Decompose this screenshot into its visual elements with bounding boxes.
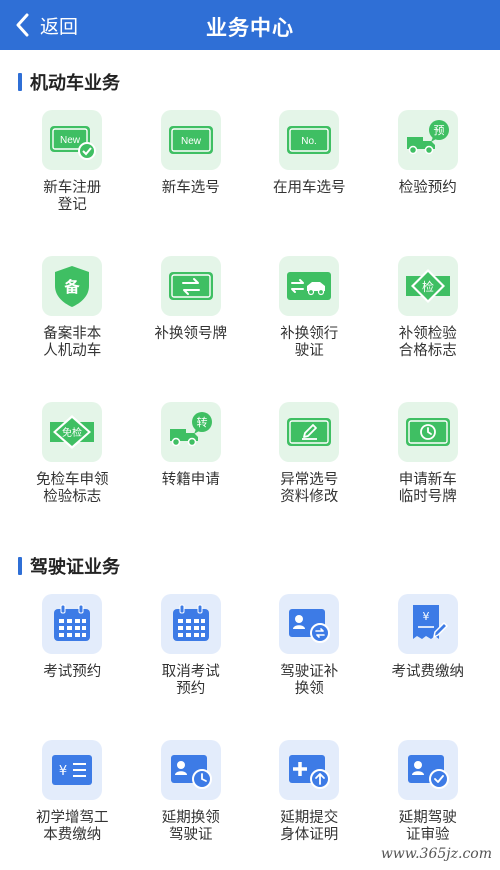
tile-exam-appointment[interactable]: 考试预约 (13, 594, 132, 740)
new-plate-check-icon: New (50, 126, 97, 160)
tile-abnormal-plate-edit[interactable]: 异常选号 资料修改 (250, 402, 369, 548)
shield-record-icon: 备 (55, 266, 90, 307)
tile-inspection-appointment[interactable]: 预 检验预约 (369, 110, 488, 256)
tile-temporary-plate[interactable]: 申请新车 临时号牌 (369, 402, 488, 548)
section-title-vehicle: 机动车业务 (18, 69, 120, 95)
receipt-payment-icon: ¥ (412, 605, 448, 639)
calendar-cancel-icon (172, 604, 209, 641)
tile-label: 考试预约 (43, 664, 102, 680)
page-title: 业务中心 (206, 16, 294, 40)
tile-label: 驾驶证补 换领 (280, 664, 339, 697)
tile-reissue-inspection-sign[interactable]: 检 补领检验 合格标志 (369, 256, 488, 402)
plate-edit-icon (287, 418, 332, 446)
tile-label: 考试费缴纳 (391, 664, 465, 680)
watermark: www.365jz.com (380, 846, 492, 862)
tile-label: 补领检验 合格标志 (398, 326, 457, 359)
medical-upload-icon (289, 755, 331, 789)
tile-record-non-owner-vehicle[interactable]: 备 备案非本 人机动车 (13, 256, 132, 402)
tile-exempt-inspection-sign[interactable]: 免检 免检车申领 检验标志 (13, 402, 132, 548)
license-card-exchange-icon (289, 609, 331, 643)
tile-label: 备案非本 人机动车 (43, 326, 102, 359)
no-plate-icon: No. (287, 126, 332, 154)
tile-label: 异常选号 资料修改 (280, 472, 339, 505)
tile-label: 检验预约 (398, 180, 457, 196)
tile-learner-fee-payment[interactable]: ¥ 初学增驾工 本费缴纳 (13, 740, 132, 870)
fee-list-icon: ¥ (52, 755, 93, 785)
exempt-sign-icon: 免检 (50, 415, 95, 449)
tile-label: 转籍申请 (161, 472, 220, 488)
tile-label: 补换领行 驶证 (280, 326, 339, 359)
svg-text:New: New (60, 135, 81, 146)
truck-transfer-icon: 转 (169, 412, 212, 447)
tile-new-car-registration[interactable]: New 新车注册 登记 (13, 110, 132, 256)
tile-label: 申请新车 临时号牌 (398, 472, 457, 505)
tile-extend-license-renewal[interactable]: 延期换领 驾驶证 (132, 740, 251, 870)
tile-label: 取消考试 预约 (161, 664, 220, 697)
temporary-plate-icon (405, 418, 450, 446)
tile-label: 初学增驾工 本费缴纳 (36, 810, 109, 843)
section-title-license: 驾驶证业务 (18, 553, 120, 579)
inspection-sign-icon: 检 (405, 269, 450, 303)
license-clock-icon (170, 755, 212, 789)
tile-label: 免检车申领 检验标志 (36, 472, 109, 505)
svg-text:转: 转 (196, 415, 207, 429)
svg-text:备: 备 (64, 278, 81, 296)
svg-text:No.: No. (301, 136, 317, 147)
tile-used-car-plate-select[interactable]: No. 在用车选号 (250, 110, 369, 256)
tile-replace-driving-permit[interactable]: 补换领行 驶证 (250, 256, 369, 402)
tile-label: 新车选号 (161, 180, 220, 196)
vehicle-services-grid: New 新车注册 登记 New 新车选号 No. 在用车选号 预 检验预约 备 … (13, 110, 487, 548)
tile-exam-fee-payment[interactable]: ¥ 考试费缴纳 (369, 594, 488, 740)
tile-label: 在用车选号 (273, 180, 346, 196)
license-check-icon (407, 755, 449, 789)
app-header: 返回 业务中心 (0, 0, 500, 50)
new-plate-icon: New (168, 126, 213, 154)
tile-new-car-plate-select[interactable]: New 新车选号 (132, 110, 251, 256)
tile-label: 延期驾驶 证审验 (398, 810, 457, 843)
calendar-icon (54, 604, 91, 641)
svg-text:¥: ¥ (422, 610, 429, 623)
license-services-grid: 考试预约 取消考试 预约 驾驶证补 换领 ¥ 考试费缴纳 ¥ 初学增驾工 本费缴… (13, 594, 487, 870)
svg-text:New: New (181, 136, 202, 147)
tile-cancel-exam-appointment[interactable]: 取消考试 预约 (132, 594, 251, 740)
tile-replace-plate[interactable]: 补换领号牌 (132, 256, 251, 402)
svg-text:检: 检 (422, 279, 434, 294)
plate-exchange-icon (168, 272, 213, 300)
tile-label: 新车注册 登记 (43, 180, 102, 213)
tile-label: 延期提交 身体证明 (280, 810, 339, 843)
tile-label: 补换领号牌 (154, 326, 228, 342)
tile-extend-medical-certificate[interactable]: 延期提交 身体证明 (250, 740, 369, 870)
tile-transfer-application[interactable]: 转 转籍申请 (132, 402, 251, 548)
tile-license-replacement[interactable]: 驾驶证补 换领 (250, 594, 369, 740)
svg-text:预: 预 (433, 124, 444, 137)
tile-label: 延期换领 驾驶证 (161, 810, 220, 843)
truck-appointment-icon: 预 (406, 120, 449, 155)
svg-text:¥: ¥ (59, 764, 67, 779)
license-exchange-car-icon (287, 272, 332, 300)
svg-text:免检: 免检 (62, 426, 82, 439)
